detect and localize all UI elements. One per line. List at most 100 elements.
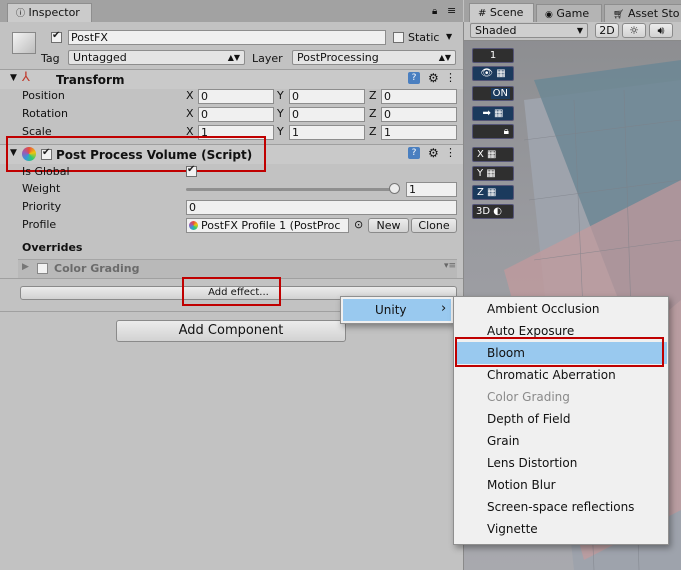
rotation-y-field[interactable]: 0	[289, 107, 365, 122]
on-toggle-label: ON	[490, 88, 510, 99]
rotation-x-field[interactable]: 0	[198, 107, 274, 122]
static-label: Static	[408, 31, 440, 44]
shading-dropdown[interactable]: Shaded ▼	[470, 23, 588, 38]
tab-game-label: Game	[556, 7, 590, 20]
transform-header[interactable]: ▼ ⅄ Transform ? ⚙ ⋮	[0, 69, 463, 89]
game-tab-icon: ◉	[545, 10, 553, 20]
menu-item-depth-of-field[interactable]: Depth of Field	[455, 408, 667, 430]
priority-label: Priority	[22, 200, 62, 213]
effect-category-menu: Unity ›	[340, 296, 455, 324]
axis-x-button[interactable]: X ▦	[472, 147, 514, 162]
is-global-label: Is Global	[22, 165, 70, 178]
position-z-field[interactable]: 0	[381, 89, 457, 104]
layer-dropdown[interactable]: PostProcessing ▲▼	[292, 50, 456, 65]
visibility-toggle-icon[interactable]: 👁︎ ▦	[472, 66, 514, 81]
rotation-z-axis: Z	[369, 107, 377, 120]
weight-slider-thumb[interactable]	[389, 183, 400, 194]
settings-gear-icon[interactable]: ⚙	[428, 146, 439, 160]
static-checkbox[interactable]	[393, 32, 404, 43]
move-arrow-icon[interactable]: ➡ ▦	[472, 106, 514, 121]
clone-profile-button[interactable]: Clone	[411, 218, 457, 233]
position-y-field[interactable]: 0	[289, 89, 365, 104]
rotation-z-field[interactable]: 0	[381, 107, 457, 122]
menu-item-grain[interactable]: Grain	[455, 430, 667, 452]
more-options-icon[interactable]: ⋮	[445, 71, 456, 84]
position-x-field[interactable]: 0	[198, 89, 274, 104]
menu-item-color-grading: Color Grading	[487, 390, 570, 404]
gameobject-icon	[12, 32, 36, 54]
menu-item-screen-space-reflections[interactable]: Screen-space reflections	[455, 496, 667, 518]
axis-y-button[interactable]: Y ▦	[472, 166, 514, 181]
weight-label: Weight	[22, 182, 61, 195]
menu-item-motion-blur[interactable]: Motion Blur	[455, 474, 667, 496]
tag-label: Tag	[41, 52, 60, 65]
menu-item-ambient-occlusion[interactable]: Ambient Occlusion	[455, 298, 667, 320]
object-picker-icon[interactable]: ⊙	[354, 218, 363, 231]
static-dropdown-icon[interactable]: ▼	[446, 32, 452, 41]
help-icon[interactable]: ?	[408, 147, 420, 159]
is-global-checkbox[interactable]	[186, 164, 197, 177]
menu-item-unity[interactable]: Unity ›	[343, 299, 451, 321]
weight-slider-track[interactable]	[186, 188, 400, 191]
2d-toggle-button[interactable]: 2D	[595, 23, 619, 38]
lock-toggle-icon[interactable]: 🔒︎	[472, 124, 514, 139]
color-grading-row[interactable]: ▶ Color Grading ▾≡	[18, 259, 457, 278]
gameobject-active-checkbox[interactable]	[51, 30, 62, 43]
foldout-arrow-icon[interactable]: ▶	[22, 262, 29, 272]
tab-asset-store[interactable]: 🛒︎ Asset Sto	[604, 4, 681, 22]
gameobject-name-field[interactable]: PostFX	[68, 30, 386, 45]
scene-tab-icon: #	[478, 8, 487, 19]
submenu-arrow-icon: ›	[441, 301, 447, 316]
position-label: Position	[22, 89, 65, 102]
bloom-highlight	[455, 337, 664, 367]
scale-y-field[interactable]: 1	[289, 125, 365, 140]
audio-toggle-icon[interactable]: 🔊︎	[649, 23, 673, 38]
effect-menu-icon[interactable]: ▾≡	[444, 261, 456, 271]
shading-value: Shaded	[475, 24, 517, 37]
position-z-axis: Z	[369, 89, 377, 102]
color-grading-checkbox[interactable]	[37, 263, 48, 274]
tab-game[interactable]: ◉ Game	[536, 4, 602, 22]
help-icon[interactable]: ?	[408, 72, 420, 84]
profile-label: Profile	[22, 218, 57, 231]
weight-field[interactable]: 1	[406, 182, 457, 197]
3d-toggle-label: 3D	[476, 206, 491, 217]
profile-value: PostFX Profile 1 (PostProc	[201, 219, 341, 232]
priority-field[interactable]: 0	[186, 200, 457, 215]
add-component-button[interactable]: Add Component	[116, 320, 346, 342]
scene-tab-bar: # Scene ◉ Game 🛒︎ Asset Sto	[464, 0, 681, 23]
overrides-label: Overrides	[22, 241, 83, 254]
lighting-toggle-icon[interactable]: ☼	[622, 23, 646, 38]
tab-inspector[interactable]: ⓘ Inspector	[7, 3, 92, 23]
shading-dropdown-arrow-icon: ▼	[576, 26, 583, 35]
axis-y-label: Y	[477, 168, 484, 179]
scene-toolbar: Shaded ▼ 2D ☼ 🔊︎	[464, 22, 681, 41]
tab-menu-icon[interactable]: ≡	[447, 4, 456, 17]
on-toggle-button[interactable]: ON	[472, 86, 514, 101]
foldout-arrow-icon[interactable]: ▼	[10, 73, 17, 83]
rotation-label: Rotation	[22, 107, 69, 120]
tab-scene[interactable]: # Scene	[469, 3, 534, 23]
position-x-axis: X	[186, 89, 194, 102]
tab-scene-label: Scene	[489, 6, 524, 19]
effect-list-menu: Ambient Occlusion Auto Exposure Bloom Ch…	[453, 296, 669, 545]
axis-z-button[interactable]: Z ▦	[472, 185, 514, 200]
new-profile-button[interactable]: New	[368, 218, 409, 233]
profile-field[interactable]: PostFX Profile 1 (PostProc	[186, 218, 349, 233]
rotation-x-axis: X	[186, 107, 194, 120]
scale-z-field[interactable]: 1	[381, 125, 457, 140]
more-options-icon[interactable]: ⋮	[445, 146, 456, 159]
tab-asset-store-label: Asset Sto	[627, 7, 680, 20]
scale-z-axis: Z	[369, 125, 377, 138]
tag-dropdown[interactable]: Untagged ▲▼	[68, 50, 245, 65]
layer-count-badge[interactable]: 1	[472, 48, 514, 63]
axis-z-label: Z	[477, 187, 484, 198]
lock-icon[interactable]: 🔒︎	[432, 6, 437, 17]
menu-item-vignette[interactable]: Vignette	[455, 518, 667, 540]
layer-value: PostProcessing	[297, 51, 379, 64]
transform-icon: ⅄	[22, 70, 30, 85]
menu-item-lens-distortion[interactable]: Lens Distortion	[455, 452, 667, 474]
3d-toggle-button[interactable]: 3D ◐	[472, 204, 514, 219]
menu-item-chromatic-aberration[interactable]: Chromatic Aberration	[455, 364, 667, 386]
settings-gear-icon[interactable]: ⚙	[428, 71, 439, 85]
